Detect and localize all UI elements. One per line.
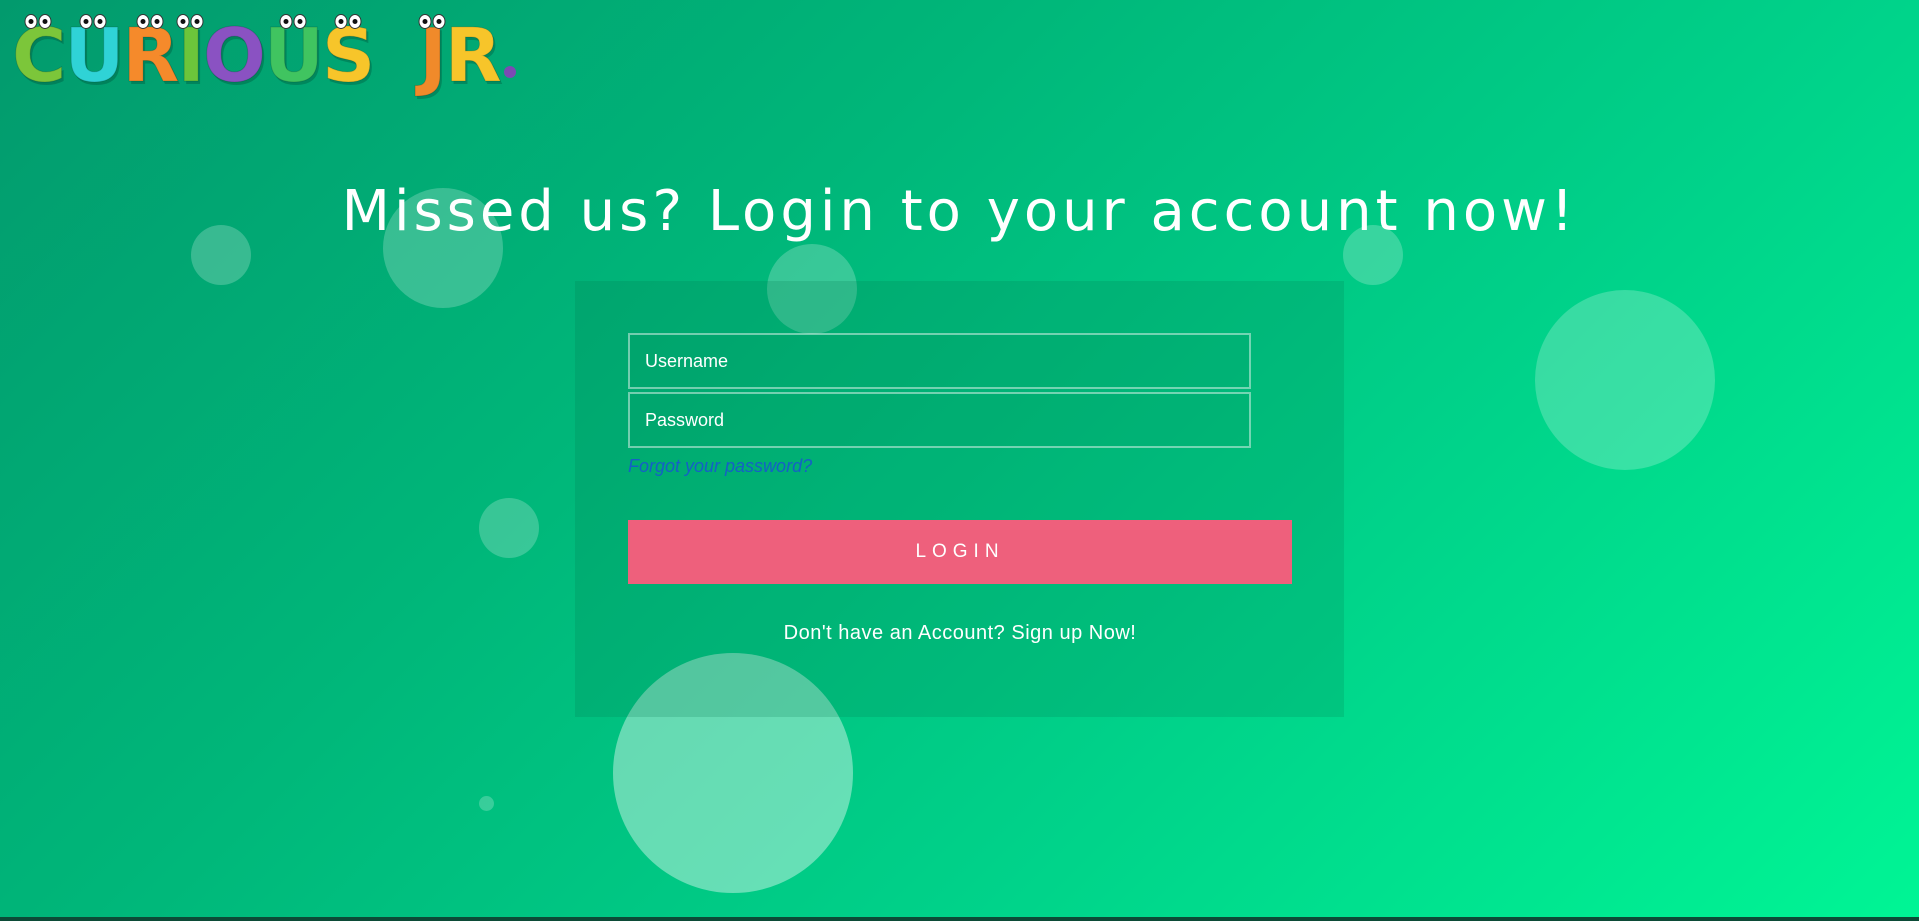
logo-letter-i: I [176,13,205,99]
bubble-decoration [479,498,539,558]
page-title: Missed us? Login to your account now! [341,179,1578,244]
logo-dot-icon [503,66,516,78]
login-button[interactable]: LOGIN [628,520,1292,584]
login-panel: Forgot your password? LOGIN Don't have a… [575,281,1344,717]
signup-link[interactable]: Don't have an Account? Sign up Now! [628,622,1292,645]
logo-eyes-icon [176,14,204,29]
bottom-bar [0,917,1919,921]
logo-eyes-icon [279,14,307,29]
logo-letter-o: O [202,13,266,99]
logo-eyes-icon [24,14,52,29]
bubble-decoration [1535,290,1715,470]
password-input[interactable] [628,392,1251,448]
site-logo[interactable]: C U R I O U S J R [11,6,516,99]
logo-eyes-icon [136,14,164,29]
logo-eyes-icon [79,14,107,29]
logo-letter-r: R [122,13,180,99]
bubble-decoration [479,796,494,811]
logo-letter-u: U [64,13,125,99]
logo-letter-s: S [321,13,376,99]
logo-letter-c: C [11,13,67,99]
forgot-password-link[interactable]: Forgot your password? [628,456,812,477]
username-input[interactable] [628,333,1251,389]
logo-eyes-icon [418,14,446,29]
logo-letter-j: J [418,13,447,99]
logo-letter-u2: U [263,13,324,99]
logo-eyes-icon [334,14,362,29]
logo-letter-r2: R [444,13,502,99]
